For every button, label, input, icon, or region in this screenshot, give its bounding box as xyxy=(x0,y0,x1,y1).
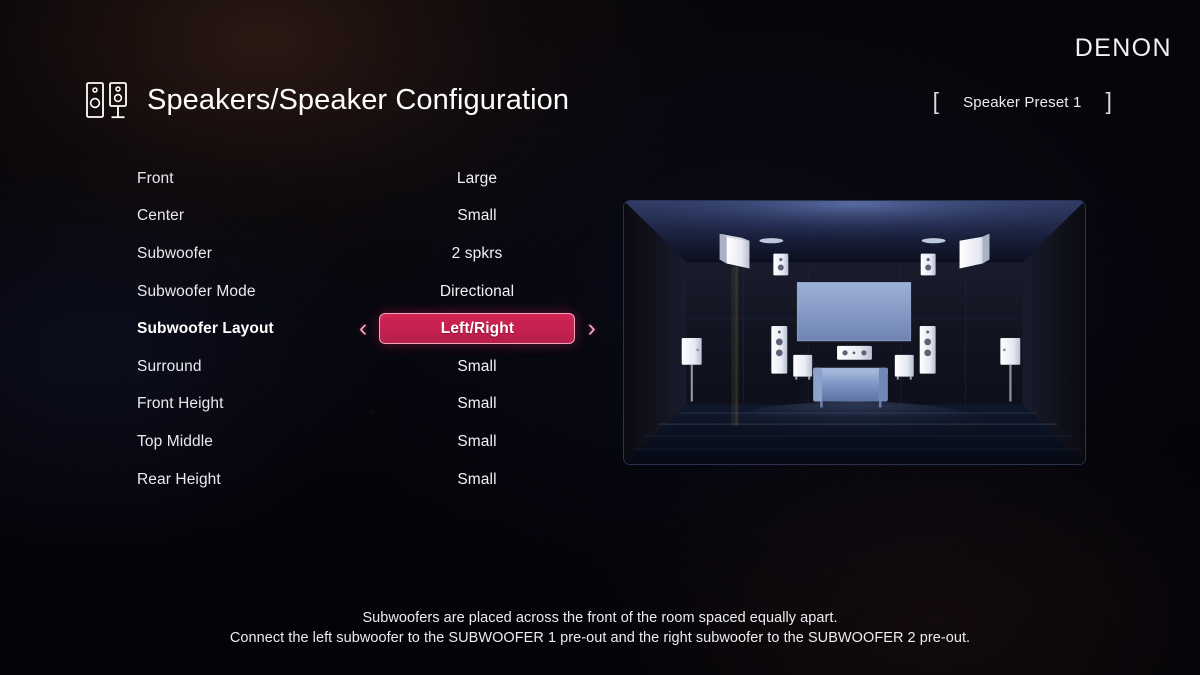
speaker-settings-list: Front Large Center Small Subwoofer 2 spkrs Sub… xyxy=(137,160,596,499)
setting-row[interactable]: Surround Small xyxy=(137,348,587,386)
page-header: Speakers/Speaker Configuration xyxy=(84,78,569,122)
chevron-left-icon[interactable]: ‹ xyxy=(359,316,367,341)
setting-value-selector[interactable]: ‹ Left/Right › xyxy=(359,313,596,345)
setting-label: Center xyxy=(137,207,185,225)
setting-value: Small xyxy=(457,395,497,413)
setting-label: Front xyxy=(137,169,174,187)
setting-row[interactable]: Subwoofer Layout ‹ Left/Right › xyxy=(137,310,596,348)
subwoofer-left xyxy=(793,354,813,380)
setting-label: Surround xyxy=(137,357,202,375)
setting-row[interactable]: Subwoofer Mode Directional xyxy=(137,273,587,311)
caption-line-1: Subwoofers are placed across the front o… xyxy=(362,610,838,626)
denon-logo: DENON xyxy=(1074,34,1172,62)
bracket-left-icon: [ xyxy=(932,88,940,114)
setting-row[interactable]: Center Small xyxy=(137,198,587,236)
couch xyxy=(813,367,888,408)
setting-label: Rear Height xyxy=(137,470,221,488)
setting-row[interactable]: Subwoofer 2 spkrs xyxy=(137,235,587,273)
setting-label: Front Height xyxy=(137,395,224,413)
bracket-right-icon: ] xyxy=(1105,88,1112,114)
setting-value: Directional xyxy=(439,282,515,300)
setting-row[interactable]: Top Middle Small xyxy=(137,423,587,461)
center-speaker xyxy=(837,345,872,360)
setting-label: Top Middle xyxy=(137,432,213,450)
front-height-speaker-right xyxy=(920,253,936,276)
setting-label: Subwoofer Layout xyxy=(137,320,274,338)
setting-value: Small xyxy=(457,207,497,225)
setting-row[interactable]: Rear Height Small xyxy=(137,461,587,499)
setting-label: Subwoofer Mode xyxy=(137,282,256,300)
front-tower-speaker-left xyxy=(771,326,788,374)
selected-value[interactable]: Left/Right xyxy=(379,313,576,345)
setting-value: Small xyxy=(457,470,497,488)
chevron-right-icon[interactable]: › xyxy=(587,316,595,341)
caption-line-2: Connect the left subwoofer to the SUBWOO… xyxy=(229,630,971,646)
setting-value: Small xyxy=(457,357,497,375)
setting-value: Small xyxy=(457,432,497,450)
setting-label: Subwoofer xyxy=(137,244,213,262)
front-height-speaker-left xyxy=(773,253,789,276)
speaker-preset-label: Speaker Preset 1 xyxy=(963,94,1082,111)
subwoofer-right xyxy=(894,354,914,380)
tv-screen xyxy=(796,282,912,342)
help-caption: Subwoofers are placed across the front o… xyxy=(0,608,1200,648)
setting-value: Large xyxy=(456,169,498,187)
home-theater-room-preview xyxy=(623,200,1086,465)
front-tower-speaker-right xyxy=(919,326,936,374)
speakers-icon xyxy=(84,78,130,122)
speaker-preset-indicator[interactable]: [ Speaker Preset 1 ] xyxy=(932,88,1112,114)
page-title: Speakers/Speaker Configuration xyxy=(147,83,570,116)
setting-row[interactable]: Front Large xyxy=(137,160,587,198)
setting-value: 2 spkrs xyxy=(451,244,503,262)
denon-osd-screen: DENON Speakers/Speaker Configuration [ S… xyxy=(0,0,1200,675)
setting-row[interactable]: Front Height Small xyxy=(137,386,587,424)
